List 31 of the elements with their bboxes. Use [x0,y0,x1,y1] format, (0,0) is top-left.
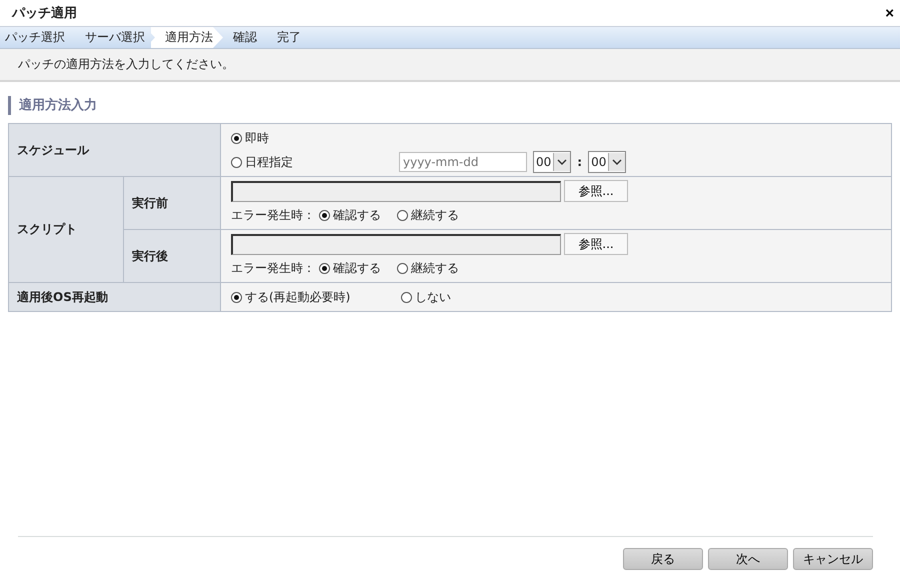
form-label: スクリプト [8,176,124,282]
time-separator: : [577,155,582,169]
script-path-field[interactable] [231,180,561,202]
radio-option[interactable]: する(再起動必要時) [231,288,386,306]
form-label: 実行前 [124,176,220,230]
window-title: パッチ適用 [12,4,77,22]
hour-select[interactable]: 00 [533,151,572,173]
radio-option[interactable]: しない [401,288,451,306]
date-field[interactable]: yyyy-mm-dd [399,152,527,172]
error-label: エラー発生時： [231,260,315,276]
radio-option[interactable]: 確認する [319,206,381,224]
instruction-text: パッチの適用方法を入力してください。 [18,56,234,73]
browse-button[interactable]: 参照... [564,180,628,202]
form-label: 実行後 [124,230,220,282]
action-button[interactable]: キャンセル [793,548,873,570]
error-label: エラー発生時： [231,206,315,224]
radio-option[interactable]: 即時 [231,130,269,146]
form-label: 適用後OS再起動 [8,282,220,312]
close-button[interactable]: × [885,4,894,22]
form-label: スケジュール [8,124,220,176]
browse-button[interactable]: 参照... [564,233,628,255]
radio-option[interactable]: 継続する [397,206,459,224]
minute-select[interactable]: 00 [588,151,626,173]
script-path-field[interactable] [231,234,561,254]
radio-option[interactable]: 確認する [319,260,381,276]
radio-option[interactable]: 継続する [397,260,459,276]
wizard-step: 適用方法 [151,27,223,48]
section-title: 適用方法入力 [8,96,900,115]
radio-option[interactable]: 日程指定 [231,154,389,170]
action-button[interactable]: 戻る [623,548,703,570]
action-button[interactable]: 次へ [708,548,788,570]
